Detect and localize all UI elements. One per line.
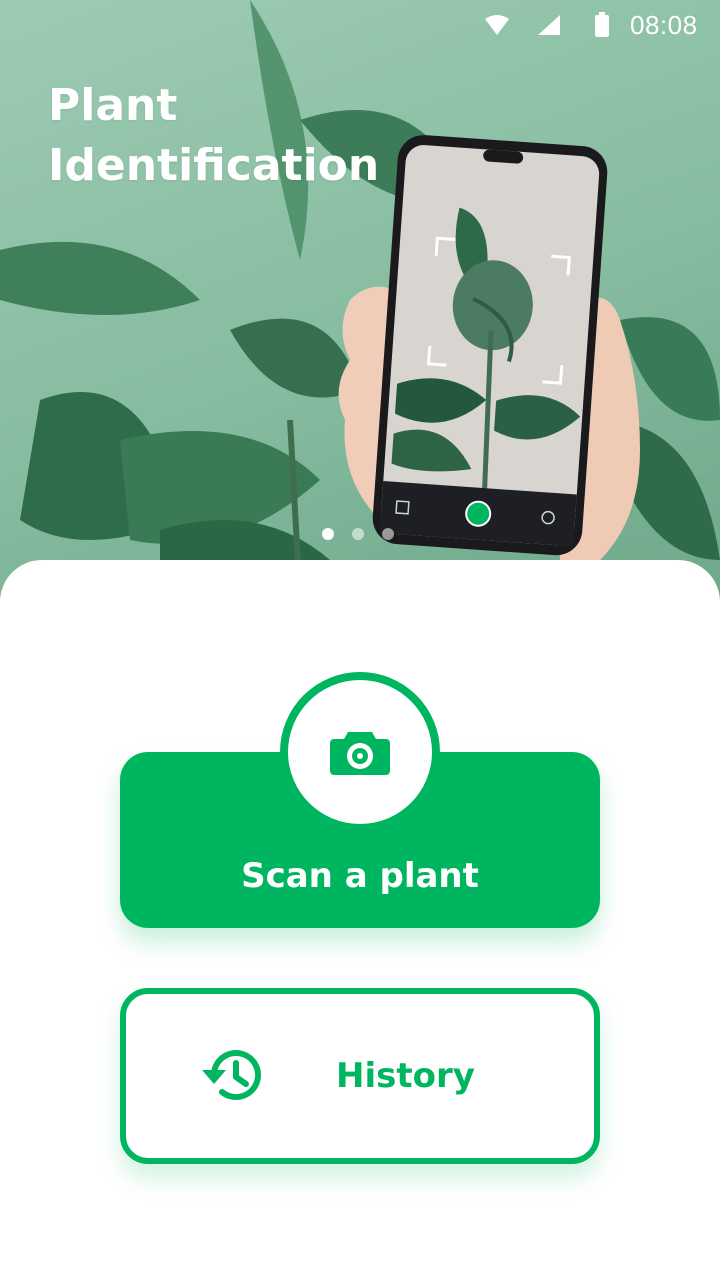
app-screen: 08:08 Plant Identification Scan a plant (0, 0, 720, 1280)
scan-plant-icon-badge[interactable] (280, 672, 440, 832)
carousel-dot[interactable] (382, 528, 394, 540)
page-title: Plant Identification (48, 76, 408, 196)
page-title-line2: Identification (48, 140, 380, 191)
status-bar: 08:08 (0, 0, 720, 50)
carousel-dot[interactable] (352, 528, 364, 540)
scan-plant-label: Scan a plant (241, 856, 479, 896)
wifi-icon (485, 15, 509, 35)
carousel-dot[interactable] (322, 528, 334, 540)
camera-icon (330, 732, 390, 775)
hero-banner[interactable]: 08:08 Plant Identification (0, 0, 720, 600)
history-icon (202, 1050, 261, 1101)
signal-icon (538, 15, 560, 35)
carousel-indicator (322, 528, 394, 540)
page-title-line1: Plant (48, 80, 178, 131)
history-label: History (336, 1056, 475, 1096)
status-time: 08:08 (630, 10, 698, 40)
battery-icon (595, 12, 609, 37)
scan-plant-icon-badge-inner (288, 680, 432, 824)
